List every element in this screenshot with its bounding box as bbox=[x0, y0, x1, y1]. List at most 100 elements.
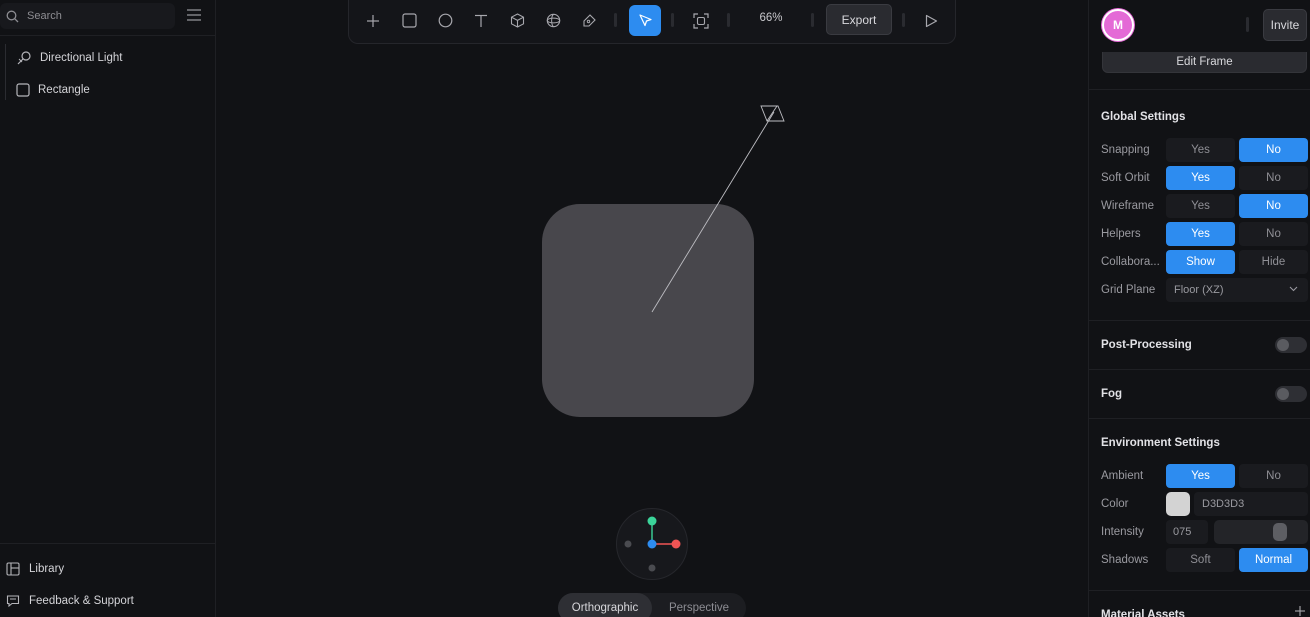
helpers-no-button[interactable]: No bbox=[1239, 222, 1308, 246]
feedback-icon bbox=[6, 595, 20, 608]
zoom-level[interactable]: 66% bbox=[745, 12, 797, 24]
rectangle-icon bbox=[16, 83, 30, 97]
toolbar-divider bbox=[727, 13, 730, 27]
shadows-toggle: Soft Normal bbox=[1166, 548, 1308, 572]
wireframe-yes-button[interactable]: Yes bbox=[1166, 194, 1235, 218]
orthographic-button[interactable]: Orthographic bbox=[558, 593, 652, 617]
search-input[interactable] bbox=[27, 10, 157, 22]
layer-item-rectangle[interactable]: Rectangle bbox=[16, 79, 90, 101]
layer-label: Rectangle bbox=[38, 84, 90, 96]
color-hex-field[interactable]: D3D3D3 bbox=[1194, 492, 1308, 516]
collaborators-toggle: Show Hide bbox=[1166, 250, 1308, 274]
soft-orbit-yes-button[interactable]: Yes bbox=[1166, 166, 1235, 190]
shadows-normal-button[interactable]: Normal bbox=[1239, 548, 1308, 572]
toolbar-divider bbox=[811, 13, 814, 27]
add-tool[interactable] bbox=[357, 5, 389, 36]
cube-tool[interactable] bbox=[501, 5, 533, 36]
text-icon bbox=[475, 14, 487, 27]
ellipse-tool[interactable] bbox=[429, 5, 461, 36]
shadows-label: Shadows bbox=[1101, 554, 1149, 566]
ambient-yes-button[interactable]: Yes bbox=[1166, 464, 1235, 488]
divider bbox=[1246, 17, 1249, 32]
grid-plane-label: Grid Plane bbox=[1101, 284, 1156, 296]
toolbar-divider bbox=[671, 13, 674, 27]
slider-thumb[interactable] bbox=[1272, 523, 1287, 541]
invite-button[interactable]: Invite bbox=[1263, 9, 1307, 41]
pen-tool[interactable] bbox=[573, 5, 605, 36]
divider bbox=[1089, 590, 1310, 591]
color-swatch[interactable] bbox=[1166, 492, 1190, 516]
directional-light-icon bbox=[17, 51, 31, 65]
wireframe-label: Wireframe bbox=[1101, 200, 1155, 212]
directional-light-helper[interactable] bbox=[640, 100, 790, 320]
toolbar-divider bbox=[902, 13, 905, 27]
divider bbox=[1089, 369, 1310, 370]
menu-icon[interactable] bbox=[186, 8, 202, 22]
frame-icon bbox=[693, 12, 709, 29]
text-tool[interactable] bbox=[465, 5, 497, 36]
intensity-slider[interactable] bbox=[1214, 520, 1308, 544]
environment-settings-title: Environment Settings bbox=[1101, 437, 1220, 449]
pen-icon bbox=[582, 14, 596, 27]
layer-item-directional-light[interactable]: Directional Light bbox=[16, 47, 122, 69]
library-link[interactable]: Library bbox=[6, 562, 64, 576]
snapping-yes-button[interactable]: Yes bbox=[1166, 138, 1235, 162]
divider bbox=[1089, 418, 1310, 419]
fog-title: Fog bbox=[1101, 388, 1123, 400]
ambient-label: Ambient bbox=[1101, 470, 1144, 482]
play-icon bbox=[925, 14, 938, 27]
shadows-soft-button[interactable]: Soft bbox=[1166, 548, 1235, 572]
collaborators-show-button[interactable]: Show bbox=[1166, 250, 1235, 274]
layers-sidebar: Directional Light Rectangle Library Feed… bbox=[0, 0, 216, 617]
collaborators-hide-button[interactable]: Hide bbox=[1239, 250, 1308, 274]
select-tool[interactable] bbox=[629, 5, 661, 36]
add-material-icon[interactable] bbox=[1294, 605, 1306, 617]
post-processing-switch[interactable] bbox=[1275, 337, 1307, 353]
grid-plane-value: Floor (XZ) bbox=[1174, 284, 1224, 296]
divider bbox=[1089, 89, 1310, 90]
divider bbox=[0, 35, 216, 36]
color-label: Color bbox=[1101, 498, 1129, 510]
search-icon bbox=[6, 10, 19, 22]
main-toolbar: 66% Export bbox=[348, 0, 956, 44]
frame-tool[interactable] bbox=[685, 5, 717, 36]
perspective-button[interactable]: Perspective bbox=[652, 593, 746, 617]
wireframe-no-button[interactable]: No bbox=[1239, 194, 1308, 218]
ambient-toggle: Yes No bbox=[1166, 464, 1308, 488]
tree-guide-line bbox=[5, 44, 6, 100]
rectangle-tool[interactable] bbox=[393, 5, 425, 36]
intensity-field[interactable]: 075 bbox=[1166, 520, 1208, 544]
globe-icon bbox=[546, 13, 560, 28]
helpers-label: Helpers bbox=[1101, 228, 1141, 240]
snapping-toggle: Yes No bbox=[1166, 138, 1308, 162]
fog-switch[interactable] bbox=[1275, 386, 1307, 402]
global-settings-title: Global Settings bbox=[1101, 111, 1186, 123]
intensity-label: Intensity bbox=[1101, 526, 1144, 538]
pointer-icon bbox=[638, 14, 652, 27]
ambient-no-button[interactable]: No bbox=[1239, 464, 1308, 488]
soft-orbit-no-button[interactable]: No bbox=[1239, 166, 1308, 190]
snapping-label: Snapping bbox=[1101, 144, 1150, 156]
feedback-link[interactable]: Feedback & Support bbox=[6, 594, 134, 608]
toolbar-divider bbox=[614, 13, 617, 27]
edit-frame-button[interactable]: Edit Frame bbox=[1102, 52, 1307, 73]
switch-knob bbox=[1277, 388, 1289, 400]
avatar[interactable]: M bbox=[1102, 9, 1134, 41]
wireframe-toggle: Yes No bbox=[1166, 194, 1308, 218]
switch-knob bbox=[1277, 339, 1289, 351]
layer-label: Directional Light bbox=[40, 52, 123, 64]
export-button[interactable]: Export bbox=[826, 4, 892, 35]
divider bbox=[0, 543, 216, 544]
material-assets-title: Material Assets bbox=[1101, 609, 1185, 617]
grid-plane-select[interactable]: Floor (XZ) bbox=[1166, 278, 1308, 302]
chevron-down-icon bbox=[1289, 286, 1298, 292]
search-box[interactable] bbox=[0, 3, 175, 29]
sphere-tool[interactable] bbox=[537, 5, 569, 36]
snapping-no-button[interactable]: No bbox=[1239, 138, 1308, 162]
axis-gizmo[interactable] bbox=[616, 508, 688, 580]
helpers-yes-button[interactable]: Yes bbox=[1166, 222, 1235, 246]
play-button[interactable] bbox=[915, 5, 947, 36]
divider bbox=[1089, 320, 1310, 321]
soft-orbit-label: Soft Orbit bbox=[1101, 172, 1150, 184]
post-processing-title: Post-Processing bbox=[1101, 339, 1192, 351]
